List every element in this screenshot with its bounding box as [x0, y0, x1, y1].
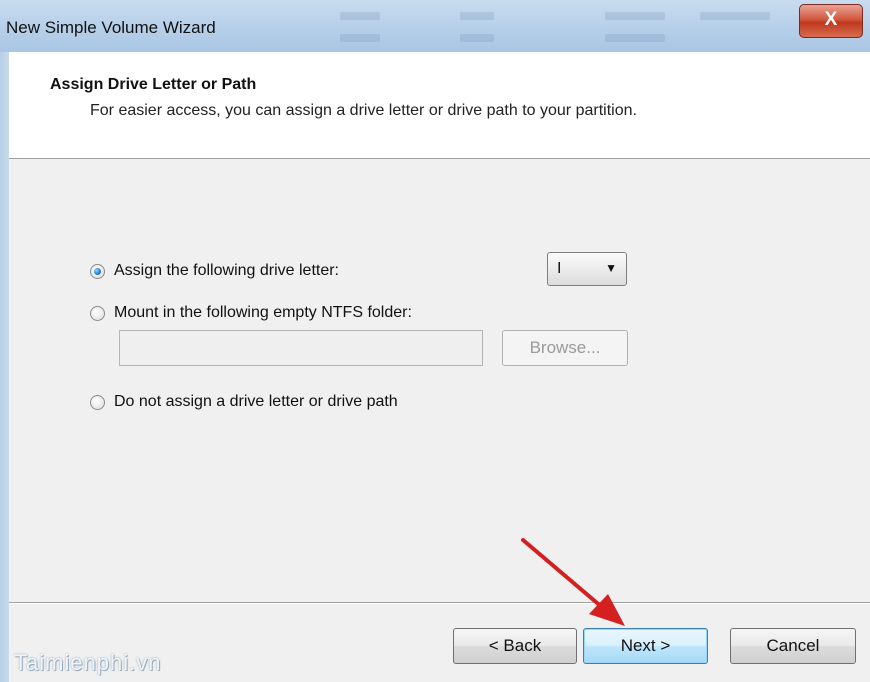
radio-mount-folder[interactable] — [90, 305, 105, 321]
option-assign-letter[interactable]: Assign the following drive letter: — [90, 262, 339, 280]
cancel-button[interactable]: Cancel — [730, 628, 856, 664]
drive-letter-dropdown[interactable]: I ▼ — [547, 252, 627, 286]
option-no-assign-label: Do not assign a drive letter or drive pa… — [114, 393, 398, 410]
next-button[interactable]: Next > — [583, 628, 708, 664]
folder-path-input[interactable] — [119, 330, 483, 366]
option-mount-folder-label: Mount in the following empty NTFS folder… — [114, 304, 412, 321]
annotation-arrow — [521, 538, 625, 626]
option-assign-letter-label: Assign the following drive letter: — [114, 262, 339, 279]
chevron-down-icon: ▼ — [605, 261, 617, 275]
option-no-assign[interactable]: Do not assign a drive letter or drive pa… — [90, 393, 398, 411]
background-blur — [605, 34, 665, 42]
option-mount-folder[interactable]: Mount in the following empty NTFS folder… — [90, 304, 412, 322]
wizard-body — [9, 159, 870, 602]
window-frame — [0, 52, 9, 682]
background-blur — [340, 12, 380, 20]
background-blur — [460, 34, 494, 42]
close-button[interactable]: X — [799, 4, 863, 38]
background-blur — [605, 12, 665, 20]
background-blur — [700, 12, 770, 20]
browse-button[interactable]: Browse... — [502, 330, 628, 366]
wizard-header: Assign Drive Letter or Path For easier a… — [9, 52, 870, 159]
footer-divider — [9, 602, 870, 603]
background-blur — [340, 34, 380, 42]
window-title: New Simple Volume Wizard — [6, 18, 216, 37]
back-button[interactable]: < Back — [453, 628, 577, 664]
radio-no-assign[interactable] — [90, 394, 105, 410]
arrow-shaft — [521, 538, 605, 610]
radio-assign-letter[interactable] — [90, 263, 105, 279]
wizard-window: New Simple Volume Wizard X Assign Drive … — [0, 0, 870, 682]
drive-letter-value: I — [557, 260, 562, 277]
title-bar[interactable]: New Simple Volume Wizard X — [0, 0, 870, 52]
background-blur — [460, 12, 494, 20]
page-subtitle: For easier access, you can assign a driv… — [90, 102, 637, 119]
close-icon: X — [824, 9, 838, 30]
watermark: Taimienphi.vn — [14, 650, 162, 675]
page-title: Assign Drive Letter or Path — [50, 76, 257, 93]
